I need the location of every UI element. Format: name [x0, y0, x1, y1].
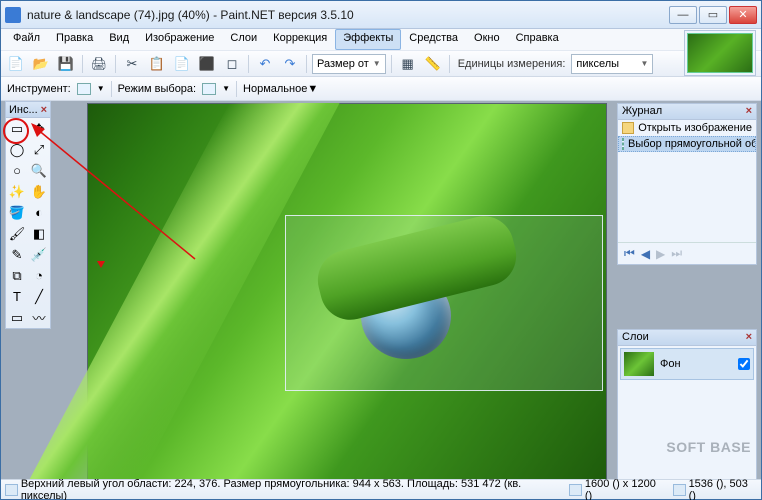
text-tool[interactable]: T: [6, 286, 28, 307]
open-image-icon: [622, 122, 634, 134]
app-window: nature & landscape (74).jpg (40%) - Pain…: [0, 0, 762, 500]
history-close-icon[interactable]: ×: [746, 105, 752, 118]
selection-info-icon: [5, 484, 18, 496]
magic-wand-tool[interactable]: ✨: [6, 181, 28, 202]
units-label: Единицы измерения:: [455, 58, 569, 70]
status-dimensions: 1600 () x 1200 (): [585, 478, 665, 500]
grid-button[interactable]: ▦: [397, 53, 419, 75]
selection-marquee[interactable]: [285, 215, 603, 391]
statusbar: Верхний левый угол области: 224, 376. Ра…: [1, 479, 761, 499]
status-text: Верхний левый угол области: 224, 376. Ра…: [21, 478, 561, 500]
menu-tools[interactable]: Средства: [401, 29, 466, 50]
print-button[interactable]: 🖨: [88, 53, 110, 75]
mode-label: Режим выбора:: [118, 83, 196, 95]
open-button[interactable]: 📂: [30, 53, 52, 75]
layers-close-icon[interactable]: ×: [746, 331, 752, 344]
toolbox-close-icon[interactable]: ×: [41, 104, 47, 116]
line-tool[interactable]: ╱: [28, 286, 50, 307]
menu-layers[interactable]: Слои: [222, 29, 265, 50]
color-picker-tool[interactable]: 💉: [28, 244, 50, 265]
pan-tool[interactable]: ✋: [28, 181, 50, 202]
undo-button[interactable]: ↶: [254, 53, 276, 75]
history-item-open[interactable]: Открыть изображение: [618, 120, 756, 136]
canvas[interactable]: [87, 103, 607, 479]
copy-button[interactable]: 📋: [146, 53, 168, 75]
menu-edit[interactable]: Правка: [48, 29, 101, 50]
ruler-button[interactable]: 📏: [422, 53, 444, 75]
toolbox-title: Инс...: [9, 104, 38, 116]
selection-mode-combo[interactable]: Нормальное▼: [243, 83, 343, 95]
gradient-tool[interactable]: ◐: [28, 202, 50, 223]
main-toolbar: 📄 📂 💾 🖨 ✂ 📋 📄 ⬛ ◻ ↶ ↷ Размер от▼ ▦ 📏 Еди…: [1, 51, 761, 77]
freeform-tool[interactable]: 〰: [28, 307, 50, 328]
tool-options-bar: Инструмент: ▼ Режим выбора: ▼ Нормальное…: [1, 77, 761, 101]
lasso-tool[interactable]: ◯: [6, 139, 28, 160]
crop-button[interactable]: ⬛: [196, 53, 218, 75]
maximize-button[interactable]: ▭: [699, 6, 727, 24]
redo-button[interactable]: ↷: [279, 53, 301, 75]
tool-swatch-icon[interactable]: [77, 83, 91, 95]
titlebar: nature & landscape (74).jpg (40%) - Pain…: [1, 1, 761, 29]
rect-shape-tool[interactable]: ▭: [6, 307, 28, 328]
size-combo[interactable]: Размер от▼: [312, 54, 386, 74]
move-selection-tool[interactable]: ⤢: [28, 139, 50, 160]
cursor-pos-icon: [673, 484, 686, 496]
layers-title: Слои: [622, 331, 649, 344]
eraser-tool[interactable]: ◧: [28, 223, 50, 244]
menu-effects[interactable]: Эффекты: [335, 29, 401, 50]
cut-button[interactable]: ✂: [121, 53, 143, 75]
history-panel: Журнал × Открыть изображение Выбор прямоу…: [617, 103, 757, 265]
status-cursor: 1536 (), 503 (): [689, 478, 757, 500]
menu-adjust[interactable]: Коррекция: [265, 29, 335, 50]
dimensions-icon: [569, 484, 582, 496]
units-combo[interactable]: пикселы▼: [571, 54, 653, 74]
window-title: nature & landscape (74).jpg (40%) - Pain…: [27, 8, 669, 22]
instrument-label: Инструмент:: [7, 83, 71, 95]
close-button[interactable]: ✕: [729, 6, 757, 24]
clone-tool[interactable]: ⧉: [6, 265, 28, 286]
menubar: Файл Правка Вид Изображение Слои Коррекц…: [1, 29, 761, 51]
menu-window[interactable]: Окно: [466, 29, 508, 50]
history-forward-icon[interactable]: ⏭: [671, 246, 682, 261]
layer-visible-checkbox[interactable]: [738, 358, 750, 370]
rect-select-icon: [622, 138, 624, 150]
new-button[interactable]: 📄: [5, 53, 27, 75]
zoom-tool[interactable]: 🔍: [28, 160, 50, 181]
menu-help[interactable]: Справка: [508, 29, 567, 50]
history-undo-icon[interactable]: ◀: [641, 247, 650, 261]
pencil-tool[interactable]: ✎: [6, 244, 28, 265]
layer-item-background[interactable]: Фон: [620, 348, 754, 380]
history-title: Журнал: [622, 105, 662, 118]
history-rewind-icon[interactable]: ⏮: [624, 246, 635, 261]
history-redo-icon[interactable]: ▶: [656, 247, 665, 261]
brush-tool[interactable]: 🖌: [6, 223, 28, 244]
minimize-button[interactable]: —: [669, 6, 697, 24]
mode-icon[interactable]: [202, 83, 216, 95]
layers-panel: Слои × Фон: [617, 329, 757, 479]
paint-bucket-tool[interactable]: 🪣: [6, 202, 28, 223]
menu-image[interactable]: Изображение: [137, 29, 222, 50]
menu-view[interactable]: Вид: [101, 29, 137, 50]
deselect-button[interactable]: ◻: [221, 53, 243, 75]
history-nav: ⏮ ◀ ▶ ⏭: [618, 242, 756, 264]
history-item-rect-select[interactable]: Выбор прямоугольной об...: [618, 136, 756, 152]
toolbox-panel: Инс...× ▭ ✥ ◯ ⤢ ○ 🔍 ✨ ✋ 🪣 ◐ 🖌 ◧ ✎ 💉 ⧉ ◔ …: [5, 101, 51, 329]
app-icon: [5, 7, 21, 23]
rect-select-tool[interactable]: ▭: [6, 118, 28, 139]
watermark: SOFT BASE: [666, 439, 751, 455]
ellipse-select-tool[interactable]: ○: [6, 160, 28, 181]
save-button[interactable]: 💾: [55, 53, 77, 75]
layer-name: Фон: [660, 358, 681, 370]
recolor-tool[interactable]: ◔: [28, 265, 50, 286]
paste-button[interactable]: 📄: [171, 53, 193, 75]
layer-thumbnail: [624, 352, 654, 376]
document-thumbnail[interactable]: [684, 30, 756, 76]
menu-file[interactable]: Файл: [5, 29, 48, 50]
workarea: Инс...× ▭ ✥ ◯ ⤢ ○ 🔍 ✨ ✋ 🪣 ◐ 🖌 ◧ ✎ 💉 ⧉ ◔ …: [1, 101, 761, 479]
move-tool[interactable]: ✥: [28, 118, 50, 139]
